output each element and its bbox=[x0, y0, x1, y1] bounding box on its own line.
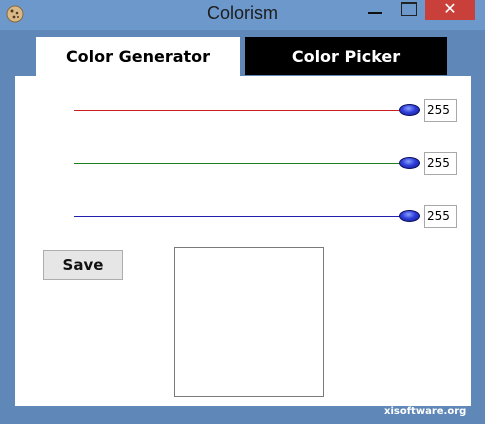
color-preview-box bbox=[174, 247, 324, 397]
watermark-text: xisoftware.org bbox=[384, 406, 467, 417]
blue-slider-track[interactable] bbox=[74, 216, 406, 217]
red-slider-thumb[interactable] bbox=[399, 104, 420, 116]
tab-color-generator[interactable]: Color Generator bbox=[36, 37, 240, 77]
minimize-button[interactable] bbox=[362, 0, 388, 22]
title-bar: Colorism ✕ bbox=[0, 0, 485, 30]
blue-slider-thumb[interactable] bbox=[399, 210, 420, 222]
red-value-field[interactable]: 255 bbox=[424, 99, 457, 122]
green-value-field[interactable]: 255 bbox=[424, 152, 457, 175]
blue-value-field[interactable]: 255 bbox=[424, 205, 457, 228]
close-button[interactable]: ✕ bbox=[425, 0, 475, 20]
green-slider-track[interactable] bbox=[74, 163, 406, 164]
save-button[interactable]: Save bbox=[43, 250, 123, 280]
green-slider-thumb[interactable] bbox=[399, 157, 420, 169]
red-slider-track[interactable] bbox=[74, 110, 406, 111]
maximize-button[interactable] bbox=[395, 0, 421, 22]
tab-color-picker[interactable]: Color Picker bbox=[245, 37, 447, 75]
